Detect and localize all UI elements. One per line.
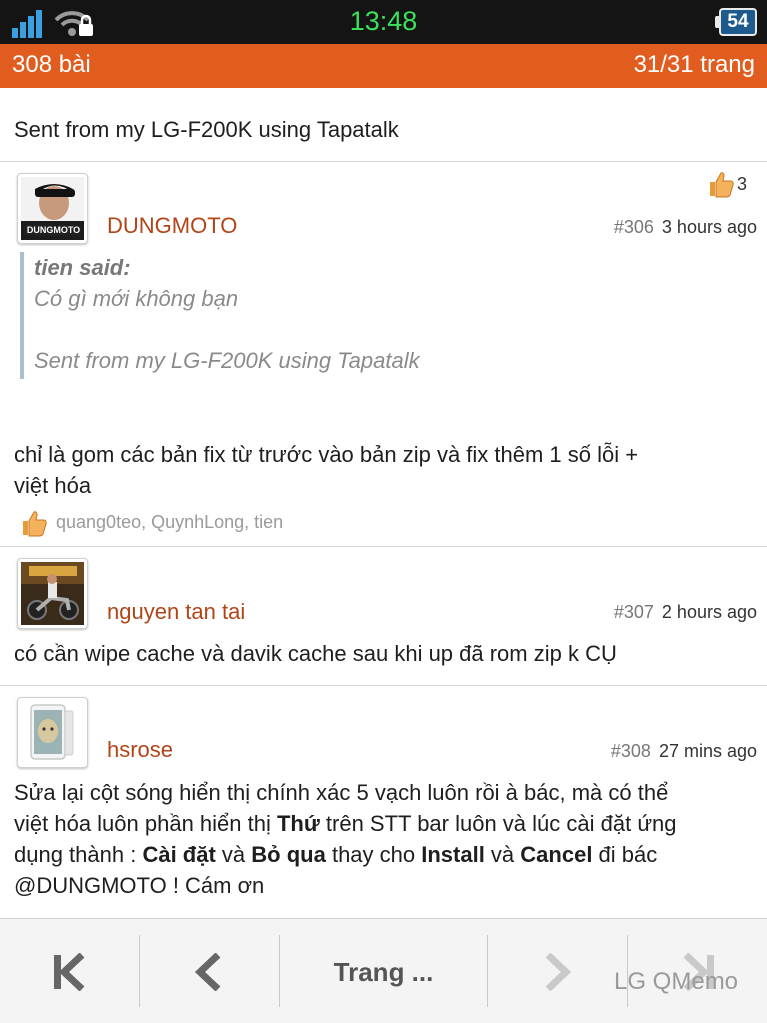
battery-level: 54 xyxy=(727,11,749,32)
post-count: 308 bài xyxy=(12,51,91,78)
username[interactable]: hsrose xyxy=(107,737,173,763)
avatar[interactable] xyxy=(17,558,88,629)
quote-line: Có gì mới không bạn xyxy=(34,286,239,311)
first-page-icon xyxy=(54,953,85,991)
post-body-line: Sửa lại cột sóng hiển thị chính xác 5 vạ… xyxy=(14,780,669,805)
avatar-caption: DUNGMOTO xyxy=(26,225,81,235)
quote-author: tien said: xyxy=(34,255,131,280)
battery-icon: 54 xyxy=(715,8,759,36)
post-body: chỉ là gom các bản fix từ trước vào bản … xyxy=(14,439,759,501)
prev-page-icon xyxy=(194,953,221,991)
post-meta: #306 3 hours ago xyxy=(614,217,757,238)
post-body-line: việt hóa luôn phần hiển thị Thứ trên STT… xyxy=(14,811,677,836)
status-bar: 13:48 54 xyxy=(0,0,767,44)
divider xyxy=(0,161,767,162)
post-body: Sửa lại cột sóng hiển thị chính xác 5 vạ… xyxy=(14,777,759,901)
next-page-button[interactable] xyxy=(488,919,627,1023)
post-meta: #307 2 hours ago xyxy=(614,602,757,623)
post-body: có cần wipe cache và davik cache sau khi… xyxy=(14,641,617,666)
post-body-line: việt hóa xyxy=(14,473,92,498)
like-count-badge[interactable]: 3 xyxy=(707,170,762,200)
liked-by-names: quang0teo, QuynhLong, tien xyxy=(56,512,284,532)
post-number: #307 xyxy=(613,602,654,622)
page-selector[interactable]: Trang ... xyxy=(280,957,487,988)
page-indicator[interactable]: 31/31 trang xyxy=(634,51,755,79)
quote-line: Sent from my LG-F200K using Tapatalk xyxy=(34,348,420,373)
thread-header: 308 bài 31/31 trang xyxy=(0,44,767,88)
thumbs-up-icon xyxy=(23,511,47,537)
post-body-line: chỉ là gom các bản fix từ trước vào bản … xyxy=(14,442,639,467)
avatar-image xyxy=(21,562,84,625)
divider xyxy=(0,685,767,686)
post-body-line: dụng thành : Cài đặt và Bỏ qua thay cho … xyxy=(14,842,658,867)
username[interactable]: nguyen tan tai xyxy=(107,599,245,625)
post-time: 3 hours ago xyxy=(661,217,757,237)
clock: 13:48 xyxy=(349,6,418,36)
divider xyxy=(0,546,767,547)
next-page-icon xyxy=(545,953,572,991)
previous-page-button[interactable] xyxy=(140,919,279,1023)
first-page-button[interactable] xyxy=(0,919,139,1023)
post-time: 2 hours ago xyxy=(661,602,757,622)
post-body-line: @DUNGMOTO ! Cám ơn xyxy=(14,873,265,898)
qmemo-watermark: LG QMemo xyxy=(614,968,739,995)
avatar[interactable]: DUNGMOTO xyxy=(17,173,88,244)
avatar[interactable] xyxy=(17,697,88,768)
post-time: 27 mins ago xyxy=(658,741,757,761)
quote-block: tien said: Có gì mới không bạn Sent from… xyxy=(20,252,620,379)
post-number: #306 xyxy=(613,217,654,237)
post-meta: #308 27 mins ago xyxy=(611,741,757,762)
username[interactable]: DUNGMOTO xyxy=(107,213,237,239)
avatar-image xyxy=(21,701,84,764)
previous-post-body: Sent from my LG-F200K using Tapatalk xyxy=(14,117,399,142)
thumbs-up-icon xyxy=(710,172,734,198)
like-count: 3 xyxy=(737,174,748,194)
post-number: #308 xyxy=(610,741,651,761)
